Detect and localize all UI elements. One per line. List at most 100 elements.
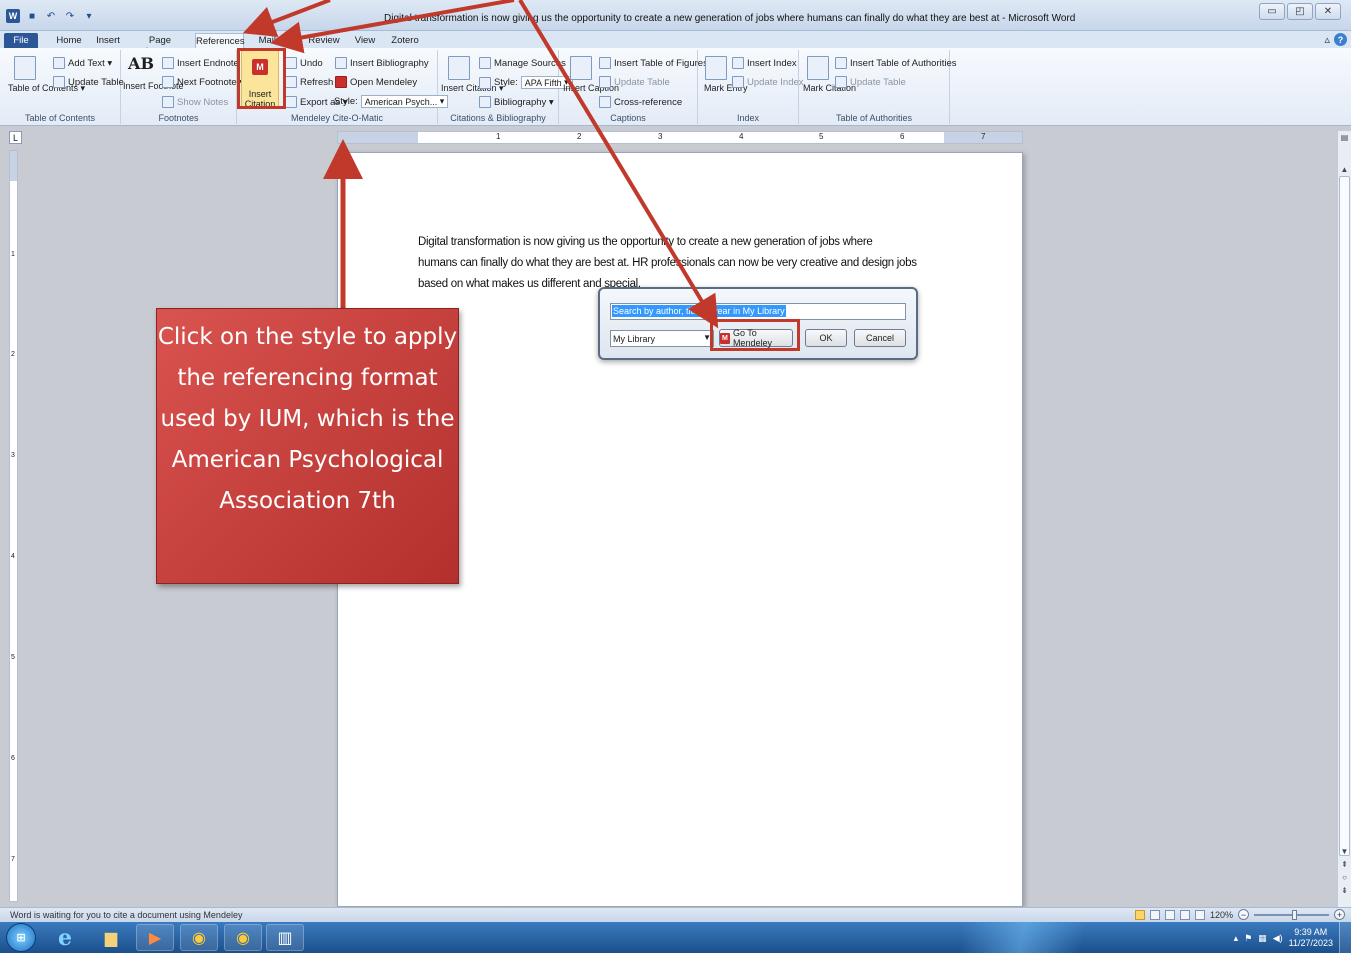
zoom-in-icon[interactable]: +: [1334, 909, 1345, 920]
mendeley-refresh-button[interactable]: Refresh: [285, 76, 333, 88]
zoom-slider-knob[interactable]: [1292, 909, 1297, 920]
bibliography-icon: [479, 96, 491, 108]
insert-footnote-button[interactable]: AB Insert Footnote: [123, 54, 184, 91]
insert-citation-icon: [448, 56, 470, 80]
clock[interactable]: 9:39 AM 11/27/2023: [1289, 927, 1333, 949]
go-to-mendeley-button[interactable]: M Go To Mendeley: [719, 328, 793, 348]
save-icon[interactable]: ■: [25, 9, 39, 23]
undo-icon[interactable]: ↶: [44, 9, 58, 23]
mendeley-insert-citation-button[interactable]: M Insert Citation: [241, 50, 279, 109]
update-index-icon: [732, 76, 744, 88]
table-of-contents-button[interactable]: Table of Contents ▾: [8, 56, 85, 93]
update-table-figures-button[interactable]: Update Table: [599, 76, 670, 88]
ruler-number: 5: [819, 132, 824, 141]
tab-selector[interactable]: L: [9, 131, 22, 144]
word-taskbar-icon[interactable]: ▥: [266, 924, 304, 951]
insert-table-of-authorities-button[interactable]: Insert Table of Authorities: [835, 57, 957, 69]
horizontal-ruler[interactable]: 1 2 3 4 5 6 7: [337, 131, 1023, 144]
close-button[interactable]: ✕: [1315, 3, 1341, 20]
zoom-level[interactable]: 120%: [1210, 910, 1233, 920]
show-notes-button[interactable]: Show Notes: [162, 96, 228, 108]
web-layout-icon[interactable]: [1164, 909, 1175, 920]
update-table-button[interactable]: Update Table: [53, 76, 124, 88]
taskbar: ⊞ e ▆ ▶ ◉ ◉ ▥ ▴ ⚑ ▦ ◀) 9:39 AM 11/27/202…: [0, 922, 1351, 953]
mark-citation-button[interactable]: Mark Citation: [803, 56, 856, 93]
help-icon[interactable]: ?: [1334, 33, 1347, 46]
file-explorer-icon[interactable]: ▆: [92, 924, 130, 951]
scroll-thumb[interactable]: [1339, 176, 1350, 856]
previous-page-icon[interactable]: ⇞: [1339, 860, 1350, 870]
print-layout-icon[interactable]: [1134, 909, 1145, 920]
update-table-authorities-button[interactable]: Update Table: [835, 76, 906, 88]
word-app-icon[interactable]: W: [6, 9, 20, 23]
instruction-callout: Click on the style to apply the referenc…: [156, 308, 459, 584]
next-page-icon[interactable]: ⇟: [1339, 886, 1350, 896]
show-desktop-button[interactable]: [1339, 922, 1351, 953]
customize-qat-icon[interactable]: ▾: [82, 9, 96, 23]
manage-sources-button[interactable]: Manage Sources: [479, 57, 566, 69]
insert-index-button[interactable]: Insert Index: [732, 57, 797, 69]
next-footnote-button[interactable]: Next Footnote ▾: [162, 76, 244, 88]
tab-page-layout[interactable]: Page Layout: [134, 33, 186, 57]
mendeley-undo-button[interactable]: Undo: [285, 57, 323, 69]
tab-mailings[interactable]: Mailings: [256, 33, 296, 48]
zoom-slider[interactable]: [1254, 909, 1329, 920]
tab-references[interactable]: References: [195, 33, 245, 48]
tab-file[interactable]: File: [4, 33, 38, 48]
insert-citation-word-button[interactable]: Insert Citation ▾: [441, 56, 504, 93]
chrome-icon-2[interactable]: ◉: [224, 924, 262, 951]
library-select[interactable]: My Library ▼: [610, 330, 714, 347]
browse-object-icon[interactable]: ○: [1339, 873, 1350, 883]
flag-icon[interactable]: ⚑: [1244, 933, 1252, 944]
internet-explorer-icon[interactable]: e: [46, 924, 84, 951]
tab-home[interactable]: Home: [52, 33, 86, 48]
insert-endnote-button[interactable]: Insert Endnote: [162, 57, 239, 69]
minimize-ribbon-icon[interactable]: ▵: [1324, 33, 1330, 46]
title-bar: W ■ ↶ ↷ ▾ Digital transformation is now …: [0, 0, 1351, 31]
mendeley-style-select[interactable]: American Psych... ▾: [360, 95, 449, 108]
bibliography-button[interactable]: Bibliography ▾: [479, 96, 554, 108]
redo-icon[interactable]: ↷: [63, 9, 77, 23]
table-of-figures-icon: [599, 57, 611, 69]
zoom-out-icon[interactable]: −: [1238, 909, 1249, 920]
mendeley-citation-dialog: Search by author, title or year in My Li…: [598, 287, 918, 360]
ruler-number: 1: [496, 132, 501, 141]
tab-zotero[interactable]: Zotero: [388, 33, 422, 48]
insert-caption-button[interactable]: Insert Caption: [563, 56, 619, 93]
minimize-button[interactable]: ▭: [1259, 3, 1285, 20]
group-label: Mendeley Cite-O-Matic: [290, 113, 384, 123]
insert-table-of-figures-button[interactable]: Insert Table of Figures: [599, 57, 708, 69]
citation-search-input[interactable]: Search by author, title or year in My Li…: [610, 303, 906, 320]
add-text-button[interactable]: Add Text ▾: [53, 57, 112, 69]
tab-view[interactable]: View: [350, 33, 380, 48]
document-line: Digital transformation is now giving us …: [418, 236, 873, 248]
scroll-down-icon[interactable]: ▼: [1339, 847, 1350, 857]
mark-entry-button[interactable]: Mark Entry: [704, 56, 748, 93]
volume-icon[interactable]: ◀): [1273, 933, 1283, 944]
full-screen-reading-icon[interactable]: [1149, 909, 1160, 920]
tray-expand-icon[interactable]: ▴: [1234, 933, 1239, 944]
ok-button[interactable]: OK: [805, 329, 847, 347]
vertical-ruler[interactable]: 1 2 3 4 5 6 7: [9, 150, 18, 902]
open-mendeley-button[interactable]: Open Mendeley: [335, 76, 417, 88]
tab-review[interactable]: Review: [306, 33, 342, 48]
network-icon[interactable]: ▦: [1258, 933, 1267, 944]
vertical-scrollbar[interactable]: ▤ ▲ ▼ ⇞ ○ ⇟: [1337, 131, 1351, 907]
cross-reference-button[interactable]: Cross-reference: [599, 96, 682, 108]
export-icon: [285, 96, 297, 108]
ruler-toggle-icon[interactable]: ▤: [1339, 133, 1350, 143]
cancel-button[interactable]: Cancel: [854, 329, 906, 347]
document-body[interactable]: Digital transformation is now giving us …: [418, 232, 958, 295]
scroll-up-icon[interactable]: ▲: [1339, 165, 1350, 175]
insert-bibliography-button[interactable]: Insert Bibliography: [335, 57, 429, 69]
outline-icon[interactable]: [1179, 909, 1190, 920]
chrome-icon[interactable]: ◉: [180, 924, 218, 951]
next-footnote-icon: [162, 76, 174, 88]
update-index-button[interactable]: Update Index: [732, 76, 804, 88]
tab-insert[interactable]: Insert: [92, 33, 124, 48]
mendeley-icon: M: [720, 332, 730, 344]
draft-icon[interactable]: [1194, 909, 1205, 920]
start-button[interactable]: ⊞: [6, 923, 36, 952]
media-player-icon[interactable]: ▶: [136, 924, 174, 951]
restore-button[interactable]: ◰: [1287, 3, 1313, 20]
